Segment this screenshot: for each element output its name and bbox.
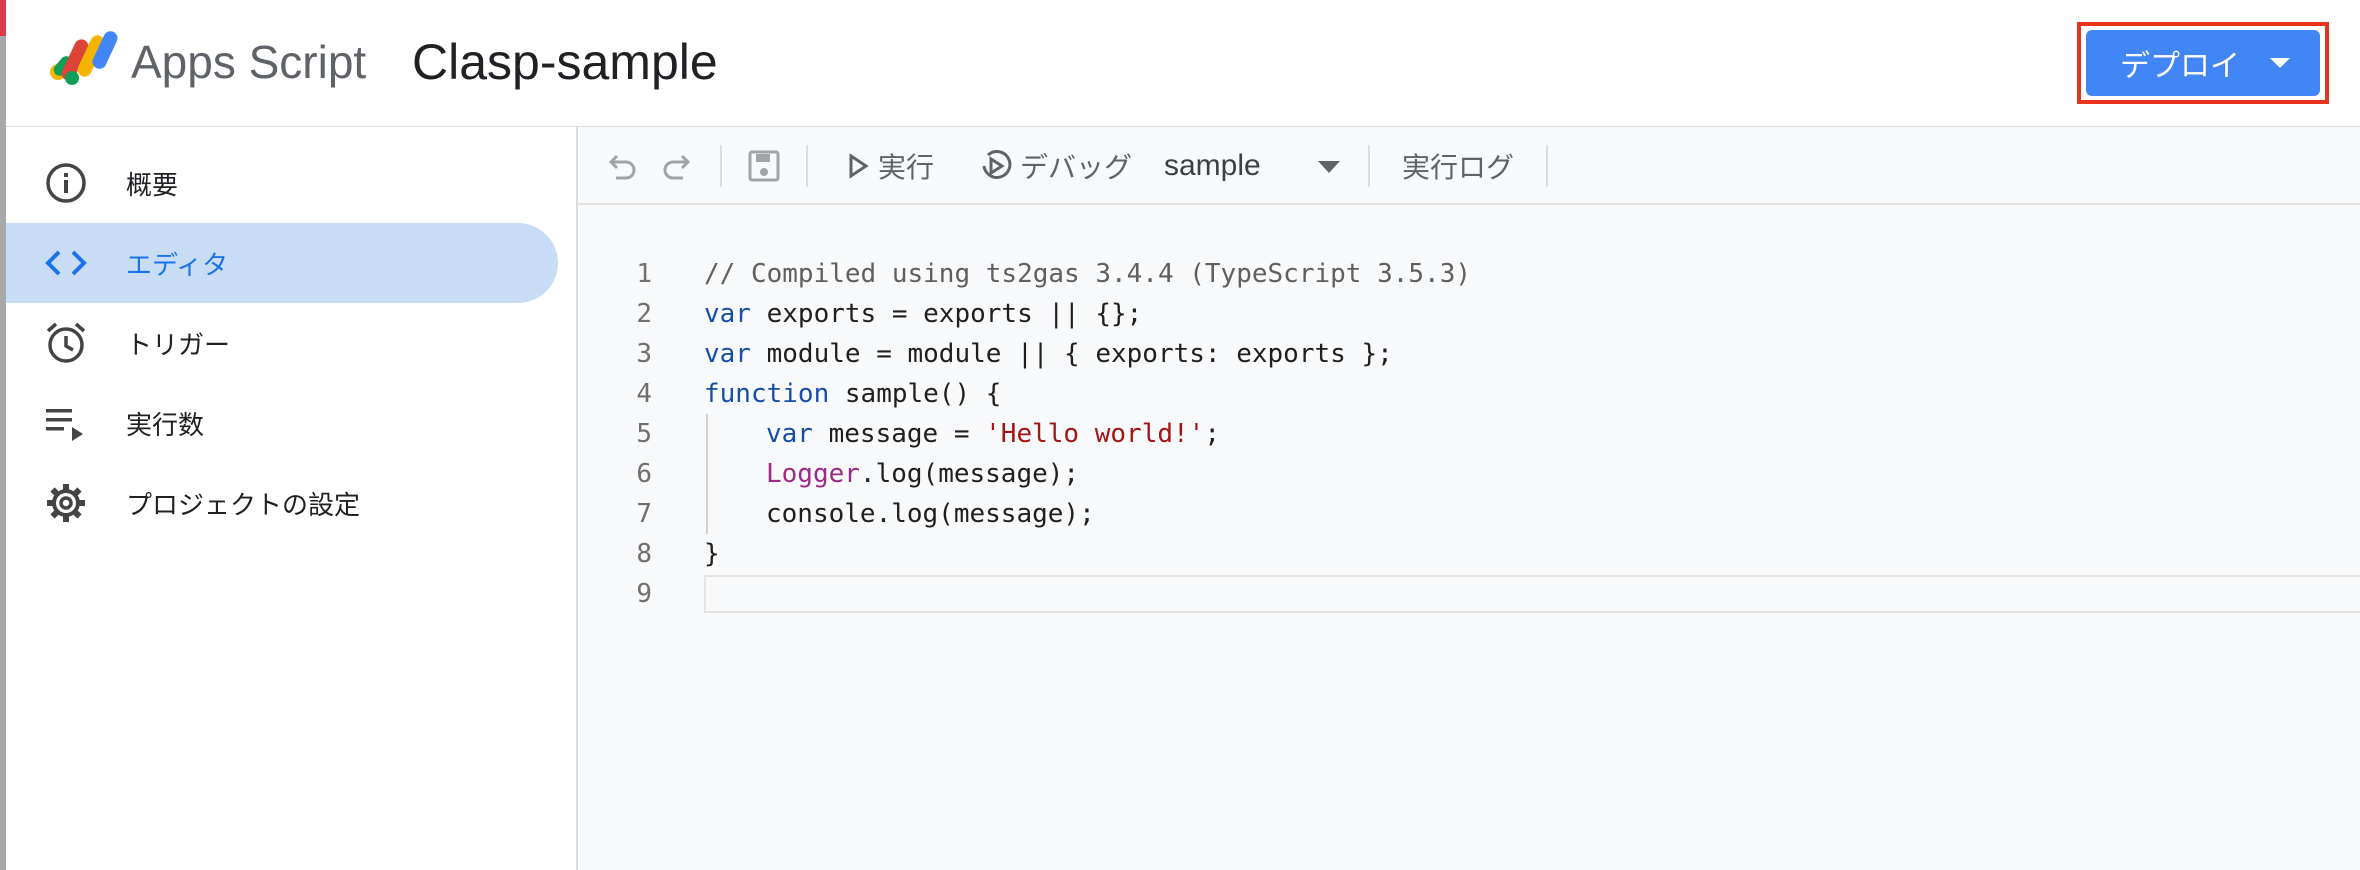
sidebar-item-editor[interactable]: エディタ [6, 223, 558, 303]
code-line: 9 [578, 574, 2360, 614]
code-class-name: Logger [766, 459, 860, 489]
app-header: Apps Script Clasp-sample [6, 0, 2360, 127]
code-keyword: var [766, 419, 813, 449]
undo-icon[interactable] [602, 146, 642, 186]
line-number: 4 [636, 379, 652, 409]
code-line: 5 var message = 'Hello world!'; [578, 414, 2360, 454]
code-keyword: function [704, 379, 830, 409]
code-text: module = module || { exports: exports }; [750, 339, 1393, 369]
line-number: 6 [636, 459, 652, 489]
code-text: exports = exports || {}; [750, 299, 1143, 329]
info-icon [46, 163, 86, 203]
code-line: 7 console.log(message); [578, 494, 2360, 534]
deploy-button-label: デプロイ [2120, 49, 2240, 84]
execution-log-button[interactable]: 実行ログ [1402, 141, 1514, 191]
function-select-value: sample [1164, 149, 1261, 182]
line-number: 1 [636, 259, 652, 289]
sidebar-item-triggers[interactable]: トリガー [6, 303, 558, 383]
code-line: 8 } [578, 534, 2360, 574]
caret-down-icon[interactable] [1316, 157, 1342, 175]
code-line: 2 var exports = exports || {}; [578, 294, 2360, 334]
sidebar-item-project-settings[interactable]: プロジェクトの設定 [6, 463, 558, 543]
app-name: Apps Script [131, 36, 367, 88]
toolbar-divider [1368, 145, 1370, 187]
project-title[interactable]: Clasp-sample [412, 30, 718, 94]
debug-icon [982, 150, 1012, 179]
sidebar-item-executions[interactable]: 実行数 [6, 383, 558, 463]
code-line: 1 // Compiled using ts2gas 3.4.4 (TypeSc… [578, 254, 2360, 294]
debug-button[interactable]: デバッグ [978, 141, 1132, 191]
code-comment: // Compiled using ts2gas 3.4.4 (TypeScri… [704, 259, 1472, 289]
code-text: ; [1204, 419, 1220, 449]
playlist-play-icon [46, 409, 83, 441]
sidebar-item-label: 実行数 [126, 410, 205, 441]
code-line: 6 Logger.log(message); [578, 454, 2360, 494]
save-icon[interactable] [744, 146, 784, 186]
redo-icon[interactable] [657, 146, 697, 186]
code-text: } [704, 539, 720, 569]
sidebar-item-label: トリガー [126, 330, 231, 361]
code-line: 4 function sample() { [578, 374, 2360, 414]
code-string: 'Hello world!' [985, 419, 1205, 449]
code-icon [45, 250, 87, 276]
debug-label: デバッグ [1020, 151, 1133, 184]
editor-toolbar: 実行 デバッグ sample 実行ログ [578, 127, 2360, 205]
run-button[interactable]: 実行 [846, 141, 934, 191]
code-text: .log(message); [859, 459, 1080, 489]
execution-log-label: 実行ログ [1402, 151, 1515, 184]
toolbar-divider [806, 145, 808, 187]
editor-area: 実行 デバッグ sample 実行ログ 1 // Compiled using … [578, 127, 2360, 870]
line-number: 2 [636, 299, 652, 329]
line-number: 8 [636, 539, 652, 569]
deploy-button[interactable]: デプロイ [2086, 30, 2320, 96]
code-keyword: var [704, 299, 751, 329]
sidebar-item-overview[interactable]: 概要 [6, 143, 558, 223]
code-text: sample() { [829, 379, 1002, 409]
toolbar-divider [1546, 145, 1548, 187]
sidebar-item-label: エディタ [126, 250, 229, 281]
apps-script-logo-icon [50, 31, 118, 85]
line-number: 9 [636, 579, 652, 609]
sidebar-item-label: プロジェクトの設定 [126, 490, 361, 521]
code-text: console.log(message); [766, 499, 1095, 529]
caret-down-icon[interactable] [2270, 58, 2290, 68]
code-text: message = [812, 419, 986, 449]
line-number: 5 [636, 419, 652, 449]
run-label: 実行 [878, 151, 935, 184]
alarm-clock-icon [46, 322, 86, 363]
code-keyword: var [704, 339, 751, 369]
sidebar-item-label: 概要 [126, 170, 179, 201]
sidebar: 概要 エディタ トリガー 実行数 プロジェクトの設定 [6, 127, 578, 870]
toolbar-divider [720, 145, 722, 187]
code-line: 3 var module = module || { exports: expo… [578, 334, 2360, 374]
line-number: 3 [636, 339, 652, 369]
gear-icon [47, 484, 85, 522]
line-number: 7 [636, 499, 652, 529]
play-icon [849, 153, 869, 179]
